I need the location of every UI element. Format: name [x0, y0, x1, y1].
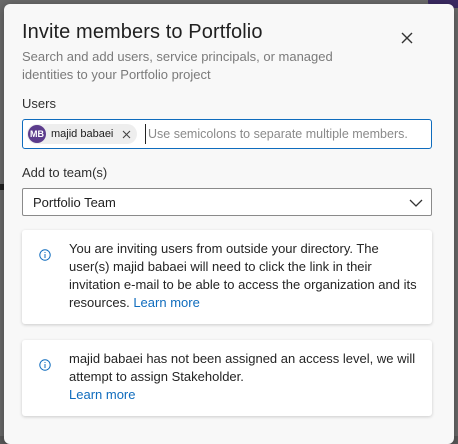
access-level-notice: majid babaei has not been assigned an ac…: [22, 340, 432, 416]
notice-text: You are inviting users from outside your…: [69, 240, 419, 312]
close-icon: [122, 130, 131, 138]
dialog-title: Invite members to Portfolio: [22, 21, 263, 43]
notice-text: majid babaei has not been assigned an ac…: [69, 350, 419, 404]
user-chip-name: majid babaei: [51, 128, 114, 140]
notice-message: majid babaei has not been assigned an ac…: [69, 351, 416, 384]
chevron-down-icon: [409, 199, 423, 207]
users-picker[interactable]: MB majid babaei: [22, 119, 432, 149]
team-select[interactable]: Portfolio Team: [22, 188, 432, 216]
learn-more-link[interactable]: Learn more: [69, 387, 135, 402]
users-search-input[interactable]: [145, 124, 430, 144]
invite-dialog: Invite members to Portfolio Search and a…: [4, 4, 454, 444]
user-chip: MB majid babaei: [27, 124, 137, 144]
close-button[interactable]: [397, 28, 417, 48]
learn-more-link[interactable]: Learn more: [133, 295, 199, 310]
notice-message: You are inviting users from outside your…: [69, 241, 417, 310]
team-select-value: Portfolio Team: [33, 195, 116, 210]
external-user-notice: You are inviting users from outside your…: [22, 230, 432, 324]
remove-user-button[interactable]: [121, 129, 131, 139]
dialog-subtitle: Search and add users, service principals…: [22, 49, 333, 82]
info-icon: [39, 249, 51, 261]
team-label: Add to team(s): [22, 165, 108, 180]
info-icon: [39, 359, 51, 371]
avatar: MB: [28, 125, 46, 143]
close-icon: [401, 32, 413, 44]
users-label: Users: [22, 96, 56, 111]
